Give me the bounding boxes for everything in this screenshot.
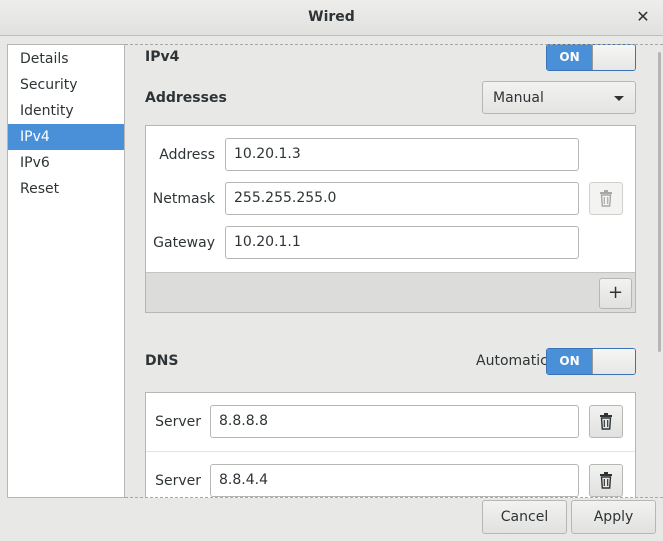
plus-icon: + bbox=[607, 282, 624, 303]
trash-icon bbox=[600, 472, 612, 489]
window-title: Wired bbox=[308, 9, 355, 25]
gateway-field[interactable]: 10.20.1.1 bbox=[225, 226, 579, 259]
dns-server-field[interactable]: 8.8.4.4 bbox=[210, 464, 579, 497]
dns-server-label: Server bbox=[155, 473, 201, 489]
netmask-label: Netmask bbox=[152, 191, 215, 207]
scroll-edge-bottom bbox=[125, 497, 663, 498]
switch-on-label: ON bbox=[547, 45, 592, 70]
method-selected: Manual bbox=[493, 90, 544, 106]
addresses-label: Addresses bbox=[145, 90, 227, 106]
ipv4-settings-pane[interactable]: IPv4 ON Addresses Address 10.20.1.3 Netm… bbox=[125, 44, 663, 498]
sidebar-item-details[interactable]: Details bbox=[8, 46, 124, 72]
add-address-button[interactable]: + bbox=[599, 278, 632, 309]
sidebar-item-identity[interactable]: Identity bbox=[8, 98, 124, 124]
dns-servers-panel: Server 8.8.8.8 Server 8.8.4.4 bbox=[145, 392, 636, 498]
scrollbar[interactable] bbox=[658, 52, 661, 352]
addresses-panel-footer: + bbox=[146, 272, 635, 312]
delete-dns-server-button[interactable] bbox=[589, 405, 623, 438]
switch-knob bbox=[592, 45, 635, 70]
addresses-panel: Address 10.20.1.3 Netmask 255.255.255.0 … bbox=[145, 125, 636, 313]
dns-automatic-label: Automatic bbox=[476, 353, 548, 369]
dns-label: DNS bbox=[145, 353, 179, 369]
gateway-label: Gateway bbox=[153, 235, 215, 251]
row-separator bbox=[146, 451, 635, 452]
scroll-edge-top bbox=[125, 44, 663, 45]
switch-knob bbox=[592, 349, 635, 374]
trash-icon bbox=[600, 190, 612, 207]
method-dropdown[interactable]: Manual bbox=[482, 81, 636, 114]
switch-on-label: ON bbox=[547, 349, 592, 374]
address-label: Address bbox=[159, 147, 215, 163]
sidebar-item-ipv4[interactable]: IPv4 bbox=[8, 124, 124, 150]
sidebar: Details Security Identity IPv4 IPv6 Rese… bbox=[7, 44, 125, 498]
cancel-button[interactable]: Cancel bbox=[482, 500, 567, 534]
sidebar-item-ipv6[interactable]: IPv6 bbox=[8, 150, 124, 176]
apply-button[interactable]: Apply bbox=[571, 500, 656, 534]
sidebar-item-reset[interactable]: Reset bbox=[8, 176, 124, 202]
dns-automatic-switch[interactable]: ON bbox=[546, 348, 636, 375]
dns-server-field[interactable]: 8.8.8.8 bbox=[210, 405, 579, 438]
title-bar: Wired ✕ bbox=[0, 0, 663, 36]
delete-dns-server-button[interactable] bbox=[589, 464, 623, 497]
chevron-down-icon bbox=[614, 96, 624, 101]
delete-address-button[interactable] bbox=[589, 182, 623, 215]
trash-icon bbox=[600, 413, 612, 430]
netmask-field[interactable]: 255.255.255.0 bbox=[225, 182, 579, 215]
dns-server-label: Server bbox=[155, 414, 201, 430]
close-icon[interactable]: ✕ bbox=[634, 7, 652, 27]
address-field[interactable]: 10.20.1.3 bbox=[225, 138, 579, 171]
ipv4-enable-switch[interactable]: ON bbox=[546, 44, 636, 71]
sidebar-item-security[interactable]: Security bbox=[8, 72, 124, 98]
ipv4-heading: IPv4 bbox=[145, 49, 180, 65]
